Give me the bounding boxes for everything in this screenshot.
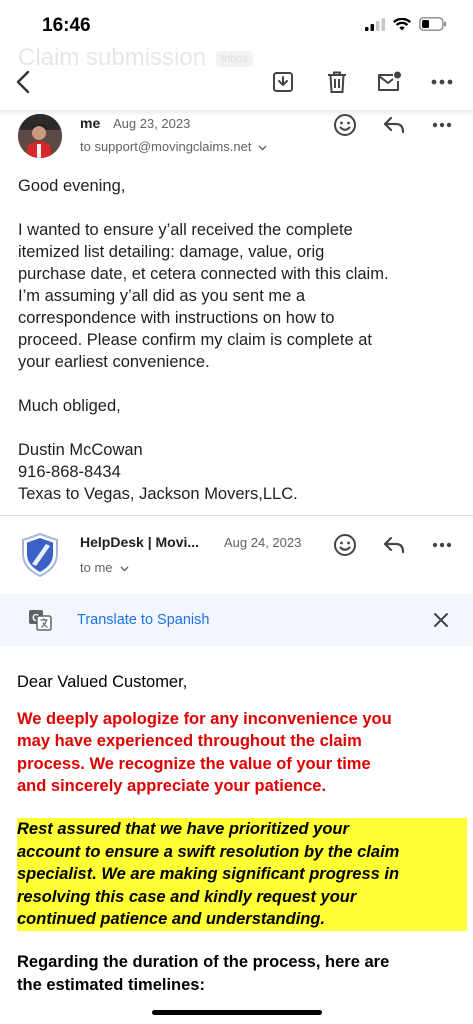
- wifi-icon: [393, 17, 411, 30]
- message-1-header[interactable]: me Aug 23, 2023 to support@movingclaims.…: [0, 112, 473, 164]
- paragraph-line: your earliest convenience.: [18, 353, 210, 371]
- recipient-text: to support@movingclaims.net: [80, 139, 252, 154]
- back-button[interactable]: [10, 68, 38, 96]
- highlighted-line: resolving this case and kindly request y…: [17, 887, 357, 906]
- message-date: Aug 24, 2023: [224, 535, 302, 550]
- message-1-body: Good evening, I wanted to ensure y’all r…: [18, 175, 463, 527]
- trash-icon: [328, 71, 346, 93]
- translate-icon-wrap: G: [28, 609, 52, 636]
- back-arrow-icon: [16, 70, 30, 94]
- close-icon: [434, 613, 448, 627]
- status-icons: [365, 17, 447, 31]
- message-more-button[interactable]: [429, 112, 455, 138]
- translate-bar: G Translate to Spanish: [0, 594, 473, 646]
- sender-photo-icon: [18, 114, 62, 158]
- apology-line: and sincerely appreciate your patience.: [17, 777, 327, 796]
- recipient-line[interactable]: to support@movingclaims.net: [80, 139, 267, 154]
- paragraph-line: purchase date, et cetera connected with …: [18, 265, 389, 283]
- archive-button[interactable]: [269, 68, 297, 96]
- signature-phone[interactable]: 916-868-8434: [18, 461, 463, 483]
- duration-paragraph: Regarding the duration of the process, h…: [17, 951, 467, 996]
- greeting: Good evening,: [18, 177, 126, 195]
- signature-company: Texas to Vegas, Jackson Movers,LLC.: [18, 485, 298, 503]
- home-indicator[interactable]: [152, 1010, 322, 1015]
- duration-line: the estimated timelines:: [17, 975, 205, 994]
- archive-icon: [273, 72, 293, 92]
- reply-icon: [383, 536, 405, 554]
- duration-line: Regarding the duration of the process, h…: [17, 952, 390, 971]
- reply-button[interactable]: [381, 532, 407, 558]
- chevron-down-icon: [258, 145, 267, 151]
- more-icon: [432, 122, 452, 128]
- paragraph-line: correspondence with instructions on how …: [18, 309, 335, 327]
- paragraph-line: I’m assuming y’all did as you sent me a: [18, 287, 306, 305]
- message-2-body: Dear Valued Customer, We deeply apologiz…: [17, 671, 467, 996]
- cellular-signal-icon: [365, 17, 385, 31]
- delete-button[interactable]: [323, 68, 351, 96]
- highlighted-line: specialist. We are making significant pr…: [17, 865, 400, 884]
- signature-name: Dustin McCowan: [18, 441, 143, 459]
- paragraph: I wanted to ensure y’all received the co…: [18, 219, 463, 373]
- highlighted-line: Rest assured that we have prioritized yo…: [17, 819, 349, 838]
- recipient-text: to me: [80, 560, 113, 575]
- reply-button[interactable]: [381, 112, 407, 138]
- avatar: [18, 114, 62, 158]
- apology-paragraph: We deeply apologize for any inconvenienc…: [17, 708, 467, 798]
- emoji-icon: [334, 114, 356, 136]
- battery-icon: [419, 17, 446, 31]
- mark-unread-button[interactable]: [375, 68, 403, 96]
- paragraph-line: I wanted to ensure y’all received the co…: [18, 221, 353, 239]
- mark-unread-icon: [378, 71, 401, 91]
- apology-line: We deeply apologize for any inconvenienc…: [17, 709, 392, 728]
- message-more-button[interactable]: [429, 532, 455, 558]
- paragraph-line: proceed. Please confirm my claim is comp…: [18, 331, 372, 349]
- more-options-button[interactable]: [428, 68, 456, 96]
- avatar: [20, 532, 60, 578]
- translate-link[interactable]: Translate to Spanish: [77, 612, 209, 628]
- apology-line: may have experienced throughout the clai…: [17, 732, 362, 751]
- highlighted-line: continued patience and understanding.: [17, 910, 326, 929]
- message-2-header[interactable]: HelpDesk | Movi... Aug 24, 2023 to me: [0, 528, 473, 584]
- more-icon: [431, 79, 453, 85]
- more-icon: [432, 542, 452, 548]
- message-date: Aug 23, 2023: [113, 116, 191, 131]
- greeting: Dear Valued Customer,: [17, 673, 188, 691]
- sender-name: HelpDesk | Movi...: [80, 534, 200, 550]
- highlighted-line: account to ensure a swift resolution by …: [17, 842, 400, 861]
- sender-name: me: [80, 115, 101, 131]
- translate-icon: G: [29, 610, 52, 631]
- status-time: 16:46: [42, 15, 91, 36]
- add-reaction-button[interactable]: [332, 112, 358, 138]
- recipient-line[interactable]: to me: [80, 560, 129, 575]
- email-toolbar: [0, 58, 473, 108]
- add-reaction-button[interactable]: [332, 532, 358, 558]
- shield-icon: [22, 532, 58, 578]
- emoji-icon: [334, 534, 356, 556]
- close-translate-button[interactable]: [433, 612, 449, 628]
- chevron-down-icon: [120, 566, 129, 572]
- closing: Much obliged,: [18, 397, 121, 415]
- message-divider: [0, 515, 473, 516]
- reply-icon: [383, 116, 405, 134]
- paragraph-line: itemized list detailing: damage, value, …: [18, 243, 325, 261]
- status-bar: 16:46: [0, 0, 473, 46]
- apology-line: process. We recognize the value of your …: [17, 754, 371, 773]
- signature: Dustin McCowan 916-868-8434 Texas to Veg…: [18, 439, 463, 505]
- highlighted-paragraph: Rest assured that we have prioritized yo…: [17, 817, 467, 931]
